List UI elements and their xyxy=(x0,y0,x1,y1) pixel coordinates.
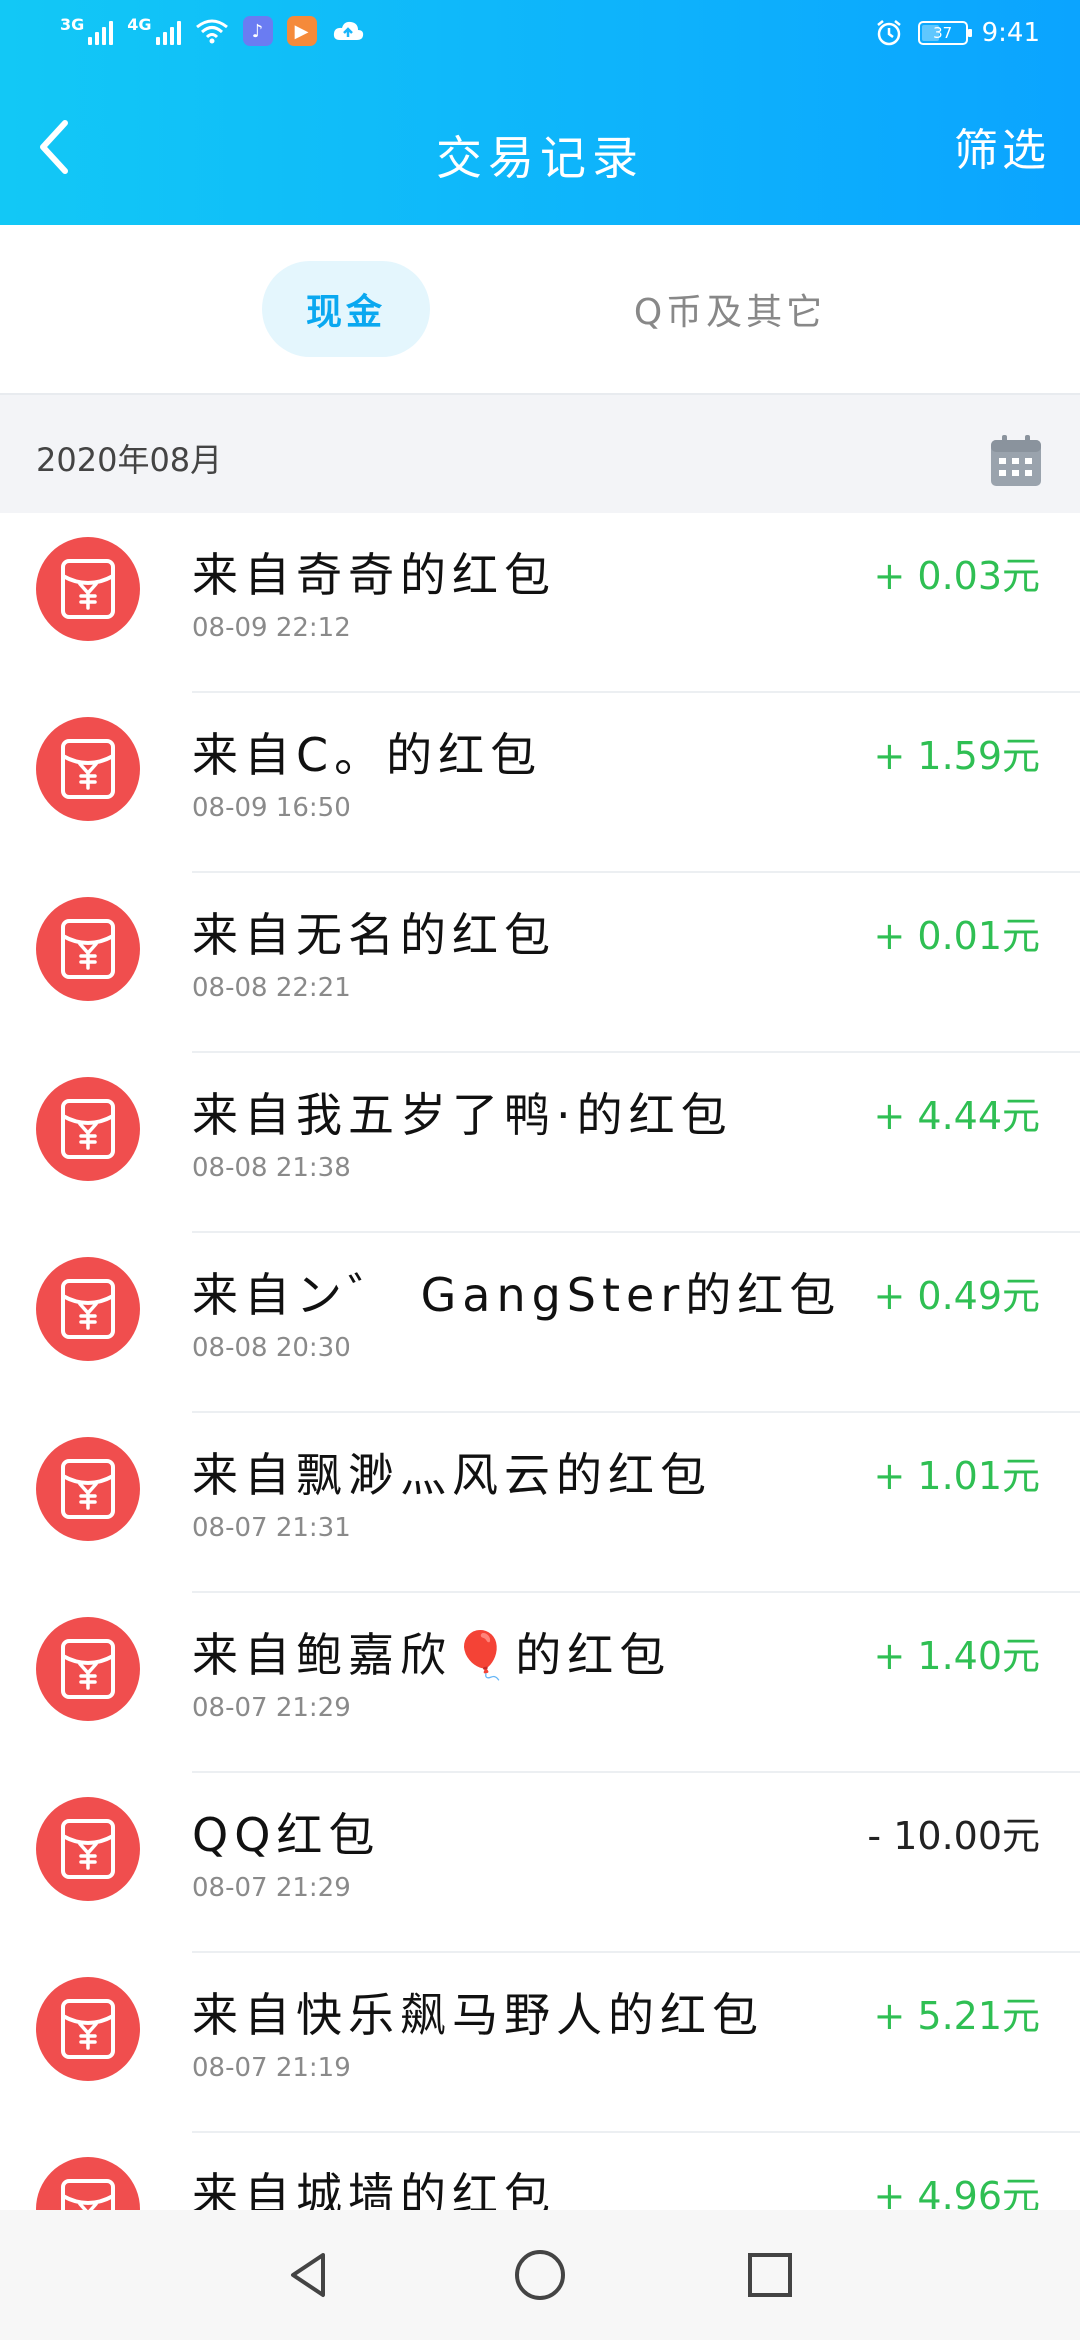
video-app-icon: ▶ xyxy=(286,16,317,46)
status-left: 3G 4G ♪ ▶ xyxy=(60,16,365,46)
calendar-icon xyxy=(991,435,1041,486)
transaction-amount: + 0.49元 xyxy=(873,1274,1040,1318)
page-title: 交易记录 xyxy=(436,131,644,185)
transaction-title: 来自我五岁了鸭·的红包 xyxy=(192,1088,733,1142)
red-packet-icon xyxy=(36,1257,140,1361)
music-app-icon: ♪ xyxy=(242,16,273,46)
system-home-button[interactable] xyxy=(505,2240,575,2310)
transaction-title: 来自C。的红包 xyxy=(192,728,543,782)
cloud-upload-icon xyxy=(333,21,363,40)
transaction-amount: + 0.01元 xyxy=(873,914,1040,958)
status-right: 37 9:41 xyxy=(874,18,1040,48)
system-nav-bar xyxy=(0,2210,1080,2340)
tab-qcoin-other[interactable]: Q币及其它 xyxy=(600,261,860,357)
transaction-title: 来自奇奇的红包 xyxy=(192,548,556,602)
transaction-date: 08-07 21:29 xyxy=(192,1693,351,1723)
triangle-back-icon xyxy=(291,2253,325,2297)
transaction-date: 08-08 21:38 xyxy=(192,1153,351,1183)
system-back-button[interactable] xyxy=(274,2240,344,2310)
transaction-title: 来自快乐飙马野人的红包 xyxy=(192,1988,764,2042)
transaction-row[interactable]: 来自鲍嘉欣🎈的红包 08-07 21:29 + 1.40元 xyxy=(0,1593,1080,1773)
transaction-amount: + 0.03元 xyxy=(873,554,1040,598)
red-packet-icon xyxy=(36,1437,140,1541)
transaction-amount: + 1.40元 xyxy=(873,1634,1040,1678)
status-time: 9:41 xyxy=(981,18,1040,48)
transaction-row[interactable]: 来自奇奇的红包 08-09 22:12 + 0.03元 xyxy=(0,513,1080,693)
wifi-icon xyxy=(195,19,228,44)
transaction-row[interactable]: 来自我五岁了鸭·的红包 08-08 21:38 + 4.44元 xyxy=(0,1053,1080,1233)
red-packet-icon xyxy=(36,537,140,641)
nav-bar: 交易记录 筛选 xyxy=(0,72,1080,225)
tab-cash[interactable]: 现金 xyxy=(262,261,430,357)
square-recents-icon xyxy=(748,2253,792,2297)
red-packet-icon xyxy=(36,717,140,821)
red-packet-icon-glyph xyxy=(61,739,115,799)
red-packet-icon xyxy=(36,1617,140,1721)
red-packet-icon-glyph xyxy=(61,1819,115,1879)
transaction-date: 08-07 21:31 xyxy=(192,1513,351,1543)
signal-bars-icon xyxy=(155,21,181,45)
red-packet-icon-glyph xyxy=(61,1459,115,1519)
battery-icon: 37 xyxy=(917,21,972,45)
transaction-title: 来自鲍嘉欣🎈的红包 xyxy=(192,1628,672,1682)
red-packet-icon-glyph xyxy=(61,919,115,979)
header: 3G 4G ♪ ▶ 37 9:41 交易记录 筛选 xyxy=(0,0,1080,225)
transaction-title: QQ红包 xyxy=(192,1808,381,1862)
transaction-date: 08-07 21:29 xyxy=(192,1873,351,1903)
transaction-row[interactable]: 来自ン゛ GangSter的红包 08-08 20:30 + 0.49元 xyxy=(0,1233,1080,1413)
red-packet-icon-glyph xyxy=(61,559,115,619)
signal-3g: 3G xyxy=(60,15,114,45)
filter-button[interactable]: 筛选 xyxy=(954,114,1050,178)
system-recents-button[interactable] xyxy=(735,2240,805,2310)
signal-bars-icon xyxy=(88,21,114,45)
transaction-row[interactable]: 来自C。的红包 08-09 16:50 + 1.59元 xyxy=(0,693,1080,873)
transaction-title: 来自飘渺灬风云的红包 xyxy=(192,1448,712,1502)
transaction-date: 08-09 16:50 xyxy=(192,793,351,823)
red-packet-icon xyxy=(36,1077,140,1181)
transaction-amount: - 10.00元 xyxy=(867,1814,1040,1858)
transaction-date: 08-08 20:30 xyxy=(192,1333,351,1363)
battery-level: 37 xyxy=(933,24,953,42)
signal-4g-label: 4G xyxy=(127,15,152,34)
red-packet-icon-glyph xyxy=(61,1279,115,1339)
month-label: 2020年08月 xyxy=(36,441,223,479)
transaction-row[interactable]: 来自无名的红包 08-08 22:21 + 0.01元 xyxy=(0,873,1080,1053)
signal-4g: 4G xyxy=(127,15,181,45)
transaction-row[interactable]: 来自快乐飙马野人的红包 08-07 21:19 + 5.21元 xyxy=(0,1953,1080,2133)
transaction-list: 来自奇奇的红包 08-09 22:12 + 0.03元来自C。的红包 08-09 16… xyxy=(0,513,1080,2313)
app-root: 3G 4G ♪ ▶ 37 9:41 交易记录 筛选 现金 Q币及其它 2020年… xyxy=(0,0,1080,2340)
status-bar: 3G 4G ♪ ▶ 37 9:41 xyxy=(0,0,1080,72)
red-packet-icon-glyph xyxy=(61,1999,115,2059)
alarm-icon xyxy=(876,20,901,46)
transaction-date: 08-07 21:19 xyxy=(192,2053,351,2083)
tab-bar: 现金 Q币及其它 xyxy=(0,225,1080,395)
transaction-date: 08-08 22:21 xyxy=(192,973,351,1003)
red-packet-icon xyxy=(36,897,140,1001)
red-packet-icon-glyph xyxy=(61,1099,115,1159)
transaction-amount: + 1.01元 xyxy=(873,1454,1040,1498)
transaction-date: 08-09 22:12 xyxy=(192,613,351,643)
calendar-button[interactable] xyxy=(988,433,1044,489)
red-packet-icon xyxy=(36,1977,140,2081)
red-packet-icon-glyph xyxy=(61,1639,115,1699)
transaction-amount: + 5.21元 xyxy=(873,1994,1040,2038)
transaction-title: 来自ン゛ GangSter的红包 xyxy=(192,1268,842,1322)
transaction-amount: + 4.44元 xyxy=(873,1094,1040,1138)
transaction-row[interactable]: 来自飘渺灬风云的红包 08-07 21:31 + 1.01元 xyxy=(0,1413,1080,1593)
circle-home-icon xyxy=(515,2250,565,2300)
transaction-row[interactable]: QQ红包 08-07 21:29 - 10.00元 xyxy=(0,1773,1080,1953)
signal-3g-label: 3G xyxy=(60,15,85,34)
month-header: 2020年08月 xyxy=(0,395,1080,513)
red-packet-icon xyxy=(36,1797,140,1901)
transaction-title: 来自无名的红包 xyxy=(192,908,556,962)
transaction-amount: + 1.59元 xyxy=(873,734,1040,778)
